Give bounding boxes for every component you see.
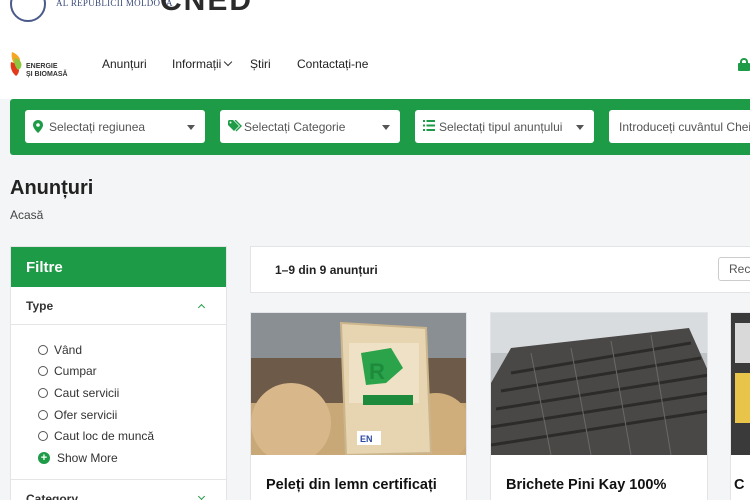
option-label: Cumpar — [54, 364, 97, 379]
gov-label: AL REPUBLICII MOLDOVA — [56, 0, 173, 8]
nav-stiri[interactable]: Știri — [250, 57, 271, 71]
filter-option-caut-servicii[interactable]: Caut servicii — [38, 382, 226, 404]
listing-image — [491, 313, 707, 455]
type-select[interactable]: Selectați tipul anunțului — [415, 110, 594, 143]
svg-text:EN: EN — [360, 434, 373, 444]
option-label: Caut servicii — [54, 385, 120, 400]
listing-image: R EN — [251, 313, 466, 455]
list-icon — [423, 120, 435, 131]
show-more-button[interactable]: + Show More — [38, 447, 226, 469]
radio-icon — [38, 387, 48, 398]
category-select-label: Selectați Categorie — [244, 120, 346, 134]
filter-group-category[interactable]: Category — [11, 478, 226, 500]
listing-image — [731, 313, 750, 455]
listing-title[interactable]: C — [734, 477, 744, 493]
caret-down-icon — [187, 125, 195, 130]
chevron-down-icon — [224, 57, 233, 67]
chevron-down-icon — [197, 492, 206, 500]
results-bar: 1–9 din 9 anunțuri Recent — [250, 246, 750, 293]
category-select[interactable]: Selectați Categorie — [220, 110, 400, 143]
filter-option-caut-loc-munca[interactable]: Caut loc de muncă — [38, 425, 226, 447]
government-header: AL REPUBLICII MOLDOVA CNED — [0, 0, 750, 30]
radio-icon — [38, 366, 48, 377]
main-navbar: ENERGIE ȘI BIOMASĂ Anunțuri Informații Ș… — [0, 30, 750, 99]
listing-card[interactable]: C — [730, 312, 750, 500]
show-more-label: Show More — [57, 450, 118, 465]
state-seal-icon — [10, 0, 46, 22]
keyword-search-input[interactable] — [609, 110, 750, 143]
filter-option-vand[interactable]: Vând — [38, 339, 226, 361]
briquettes-photo — [491, 313, 707, 455]
caret-down-icon — [576, 125, 584, 130]
filter-group-type[interactable]: Type — [11, 287, 226, 325]
filter-group-type-label: Type — [26, 299, 54, 313]
page-title: Anunțuri — [10, 177, 94, 199]
brand-line1: ENERGIE — [26, 63, 58, 70]
results-count: 1–9 din 9 anunțuri — [275, 263, 378, 277]
sort-select[interactable]: Recent — [718, 257, 750, 281]
region-select[interactable]: Selectați regiunea — [25, 110, 205, 143]
caret-down-icon — [382, 125, 390, 130]
site-logo[interactable]: ENERGIE ȘI BIOMASĂ — [10, 48, 72, 82]
listing-title[interactable]: Brichete Pini Kay 100% — [506, 477, 666, 493]
option-label: Caut loc de muncă — [54, 429, 155, 444]
brand-name: ENERGIE ȘI BIOMASĂ — [26, 63, 68, 79]
radio-icon — [38, 431, 48, 442]
search-bar: Selectați regiunea Selectați Categorie S… — [10, 99, 750, 155]
brand-line2: ȘI BIOMASĂ — [26, 71, 68, 78]
leaf-logo-icon — [10, 52, 22, 76]
lock-icon[interactable] — [738, 58, 750, 71]
nav-contact[interactable]: Contactați-ne — [297, 57, 368, 71]
region-select-label: Selectați regiunea — [49, 120, 146, 134]
filters-panel: Filtre Type Vând Cumpar Caut servicii Of… — [10, 246, 227, 500]
listing-card[interactable]: Brichete Pini Kay 100% — [490, 312, 708, 500]
cned-logo[interactable]: CNED — [160, 0, 253, 18]
listing-card[interactable]: R EN Peleți din lemn certificați — [250, 312, 467, 500]
radio-icon — [38, 344, 48, 355]
breadcrumb[interactable]: Acasă — [10, 208, 43, 222]
tags-icon — [228, 120, 242, 132]
listing-photo — [731, 313, 750, 455]
svg-text:R: R — [369, 359, 385, 384]
type-options: Vând Cumpar Caut servicii Ofer servicii … — [11, 325, 226, 479]
chevron-up-icon — [197, 303, 206, 312]
map-marker-icon — [33, 120, 43, 133]
filter-option-ofer-servicii[interactable]: Ofer servicii — [38, 404, 226, 426]
type-select-label: Selectați tipul anunțului — [439, 120, 563, 134]
nav-informatii[interactable]: Informații — [172, 57, 233, 71]
filter-option-cumpar[interactable]: Cumpar — [38, 361, 226, 383]
plus-icon: + — [38, 451, 50, 464]
listing-title[interactable]: Peleți din lemn certificați — [266, 477, 437, 493]
nav-informatii-label: Informații — [172, 57, 222, 71]
option-label: Ofer servicii — [54, 407, 118, 422]
radio-icon — [38, 409, 48, 420]
filters-title: Filtre — [11, 247, 226, 287]
option-label: Vând — [54, 342, 83, 357]
nav-anunturi[interactable]: Anunțuri — [102, 57, 147, 71]
filter-group-category-label: Category — [26, 491, 79, 500]
pellets-photo: R EN — [251, 313, 466, 455]
